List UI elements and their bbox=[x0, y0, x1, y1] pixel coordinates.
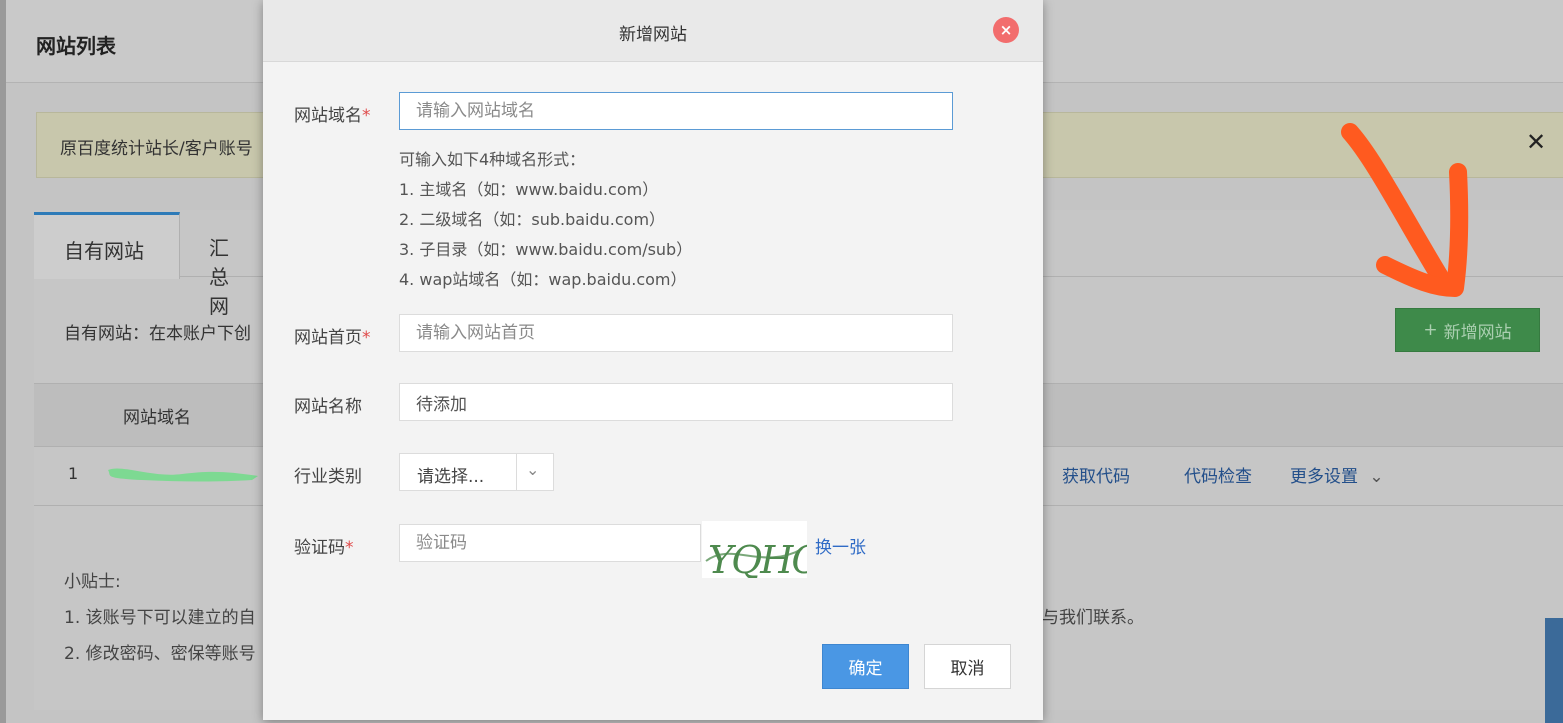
industry-select[interactable]: 请选择... ⌄ bbox=[399, 453, 554, 491]
cancel-button[interactable]: 取消 bbox=[924, 644, 1011, 689]
domain-hint-intro: 可输入如下4种域名形式： bbox=[399, 150, 586, 169]
chevron-down-icon: ⌄ bbox=[526, 460, 540, 479]
confirm-button[interactable]: 确定 bbox=[822, 644, 909, 689]
homepage-label-text: 网站首页 bbox=[294, 328, 362, 348]
captcha-label: 验证码* bbox=[294, 533, 354, 558]
domain-hint-item: 2. 二级域名（如：sub.baidu.com） bbox=[399, 210, 666, 229]
page-title: 网站列表 bbox=[36, 34, 116, 58]
close-icon[interactable]: ✕ bbox=[1526, 128, 1546, 156]
required-mark: * bbox=[362, 106, 371, 126]
homepage-label: 网站首页* bbox=[294, 323, 371, 348]
captcha-image[interactable]: YQHC bbox=[702, 521, 807, 578]
domain-input[interactable] bbox=[399, 92, 953, 130]
tips-title: 小贴士: bbox=[64, 572, 121, 592]
industry-selected-value: 请选择... bbox=[417, 467, 485, 487]
homepage-input[interactable] bbox=[399, 314, 953, 352]
code-check-link[interactable]: 代码检查 bbox=[1184, 462, 1252, 487]
tab-label: 汇总网 bbox=[209, 236, 229, 318]
required-mark: * bbox=[345, 538, 354, 558]
tip-line-1-end: 与我们联系。 bbox=[1042, 608, 1144, 628]
modal-title: 新增网站 bbox=[619, 25, 687, 45]
notice-text: 原百度统计站长/客户账号 bbox=[60, 139, 253, 159]
column-header-domain: 网站域名 bbox=[123, 408, 191, 428]
refresh-captcha-link[interactable]: 换一张 bbox=[815, 533, 866, 558]
select-divider bbox=[516, 454, 517, 490]
domain-label: 网站域名* bbox=[294, 101, 371, 126]
tip-line-1: 1. 该账号下可以建立的自 bbox=[64, 608, 256, 628]
modal-header: 新增网站 × bbox=[263, 0, 1043, 62]
domain-hint-item: 3. 子目录（如：www.baidu.com/sub） bbox=[399, 240, 693, 259]
tab-label: 自有网站 bbox=[64, 239, 144, 263]
captcha-input[interactable] bbox=[399, 524, 701, 562]
tab-own-sites[interactable]: 自有网站 bbox=[34, 212, 180, 279]
annotation-arrow-icon bbox=[1341, 123, 1469, 297]
own-site-description: 自有网站：在本账户下创 bbox=[64, 324, 251, 344]
svg-text:YQHC: YQHC bbox=[708, 538, 807, 578]
captcha-label-text: 验证码 bbox=[294, 538, 345, 558]
domain-hint-item: 4. wap站域名（如：wap.baidu.com） bbox=[399, 270, 687, 289]
left-sidebar bbox=[0, 0, 6, 723]
add-site-modal: 新增网站 × 网站域名* 可输入如下4种域名形式： 1. 主域名（如：www.b… bbox=[263, 0, 1043, 720]
chevron-down-icon: ⌄ bbox=[1369, 467, 1384, 487]
tip-line-2: 2. 修改密码、密保等账号 bbox=[64, 644, 256, 664]
domain-hint-item: 1. 主域名（如：www.baidu.com） bbox=[399, 180, 659, 199]
plus-icon: + bbox=[1423, 320, 1438, 340]
add-site-label: 新增网站 bbox=[1443, 322, 1512, 343]
close-icon[interactable]: × bbox=[993, 17, 1019, 43]
redaction-scribble bbox=[108, 468, 258, 482]
add-site-button[interactable]: + 新增网站 bbox=[1395, 308, 1540, 352]
get-code-link[interactable]: 获取代码 bbox=[1062, 462, 1130, 487]
industry-label: 行业类别 bbox=[294, 467, 362, 487]
more-settings-link[interactable]: 更多设置 ⌄ bbox=[1290, 462, 1384, 487]
required-mark: * bbox=[362, 328, 371, 348]
more-settings-label: 更多设置 bbox=[1290, 467, 1358, 487]
row-index: 1 bbox=[68, 464, 79, 483]
site-name-input[interactable] bbox=[399, 383, 953, 421]
domain-label-text: 网站域名 bbox=[294, 106, 362, 126]
site-name-label: 网站名称 bbox=[294, 397, 362, 417]
side-feedback-tab[interactable] bbox=[1545, 618, 1563, 723]
